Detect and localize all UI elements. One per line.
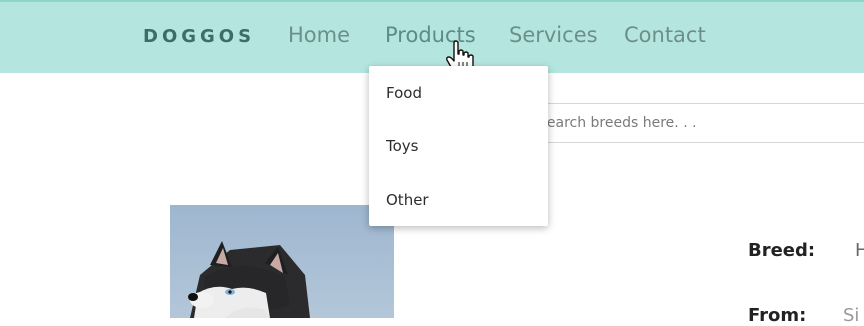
brand-logo[interactable]: DOGGOS: [143, 26, 255, 47]
nav-link-services[interactable]: Services: [509, 23, 598, 47]
breed-value: H: [855, 240, 864, 261]
from-label: From:: [748, 305, 807, 326]
navbar: DOGGOS Home Products Services Contact: [0, 0, 864, 73]
search-input[interactable]: [512, 104, 864, 142]
nav-link-home[interactable]: Home: [288, 23, 350, 47]
dropdown-item-other[interactable]: Other: [386, 191, 429, 209]
dropdown-item-toys[interactable]: Toys: [386, 137, 418, 155]
breed-label: Breed:: [748, 240, 816, 261]
husky-illustration: [188, 241, 310, 318]
dropdown-item-food[interactable]: Food: [386, 84, 422, 102]
nav-link-contact[interactable]: Contact: [624, 23, 706, 47]
search-bar[interactable]: [512, 103, 864, 143]
dog-photo: [170, 205, 394, 318]
from-value: Si: [843, 305, 860, 326]
products-dropdown-menu: Food Toys Other: [369, 66, 548, 226]
